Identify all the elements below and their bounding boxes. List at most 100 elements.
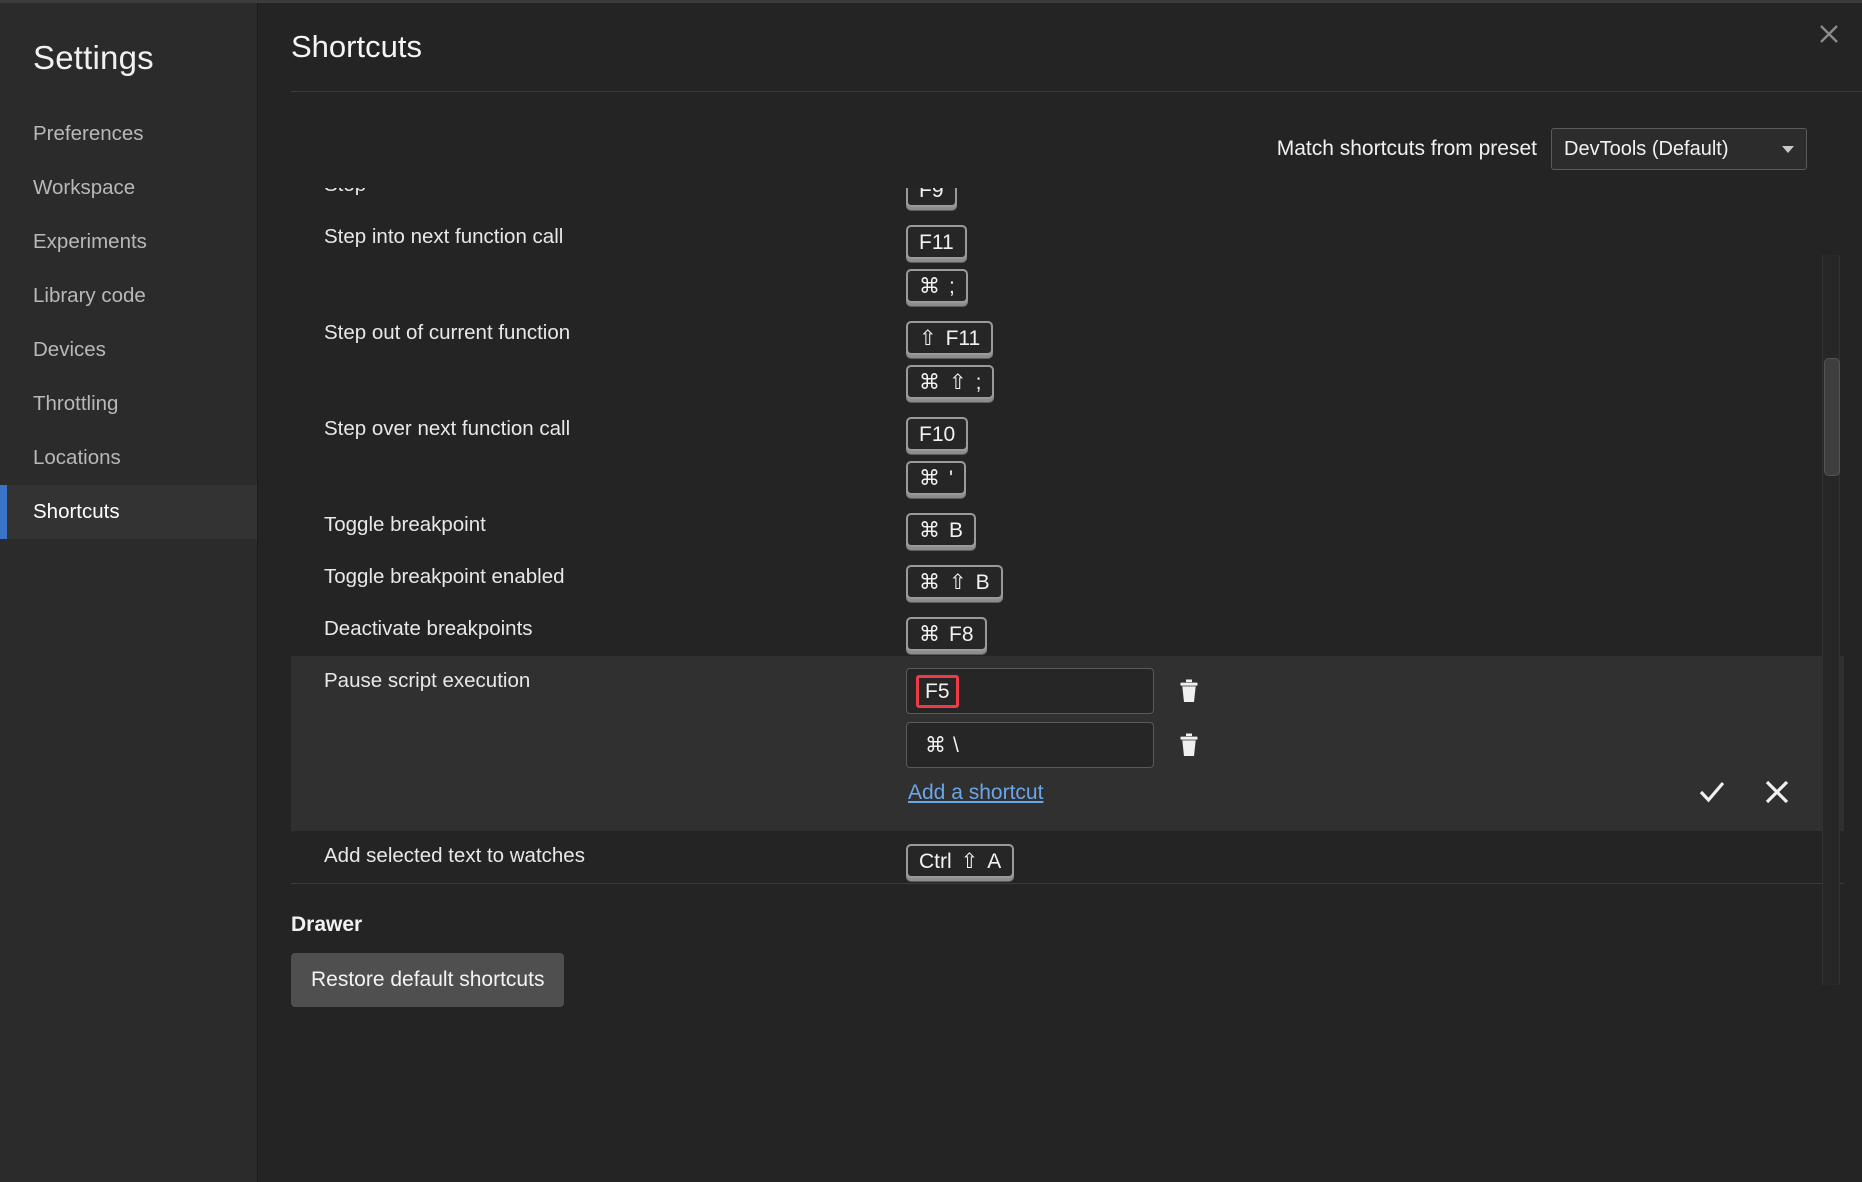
key-glyph: Ctrl [919,849,952,873]
shortcut-key-chip: F11 [906,225,967,259]
shortcut-row[interactable]: Toggle breakpoint ⌘ B [291,500,1844,552]
preset-select[interactable]: DevTools (Default) [1551,128,1807,170]
key-glyph: F11 [919,230,954,254]
shortcut-bindings: F11 ⌘; [906,212,1844,308]
close-icon[interactable] [1812,17,1846,51]
key-glyph: B [949,518,964,542]
restore-default-shortcuts-button[interactable]: Restore default shortcuts [291,953,565,1007]
settings-content: Shortcuts Match shortcuts from preset De… [258,3,1862,1182]
sidebar-item-label: Devices [33,338,106,361]
section-divider [291,883,1844,884]
drawer-section: Drawer Restore default shortcuts [291,893,1862,1007]
shortcut-row[interactable]: Deactivate breakpoints ⌘ F8 [291,604,1844,656]
key-glyph: ⌘ [925,733,946,757]
sidebar-item-throttling[interactable]: Throttling [0,377,257,431]
shortcut-row[interactable]: Step over next function call F10 ⌘ ' [291,404,1844,500]
shortcut-key-chip: Ctrl ⇧ A [906,844,1015,878]
editor-confirm-group [1698,779,1790,805]
shortcut-key-chip: ⌘ ⇧; [906,365,995,399]
key-glyph: ⌘ [919,274,940,298]
key-glyph: ⇧ [919,326,937,350]
shortcut-row[interactable]: Stop F9 [291,188,1844,212]
key-glyph: ⇧ [949,370,967,394]
sidebar-item-shortcuts[interactable]: Shortcuts [0,485,257,539]
key-glyph: ⇧ [960,849,979,873]
sidebar-item-label: Workspace [33,176,136,199]
shortcut-bindings: F9 [906,188,1844,212]
shortcut-name: Toggle breakpoint [324,513,486,536]
sidebar-item-label: Locations [33,446,121,469]
settings-sidebar: Settings Preferences Workspace Experiments… [0,3,258,1182]
shortcut-key-input[interactable]: ⌘ \ [906,722,1154,768]
shortcut-row[interactable]: Add selected text to watches Ctrl ⇧ A [291,831,1844,883]
shortcut-key-chip: ⌘ ' [906,461,967,495]
sidebar-item-preferences[interactable]: Preferences [0,107,257,161]
shortcut-row[interactable]: Step out of current function ⇧ F11 ⌘ ⇧; [291,308,1844,404]
page-title: Shortcuts [291,29,422,64]
sidebar-item-label: Shortcuts [33,500,120,523]
key-chip: ⌘ \ [916,729,968,762]
sidebar-item-library-code[interactable]: Library code [0,269,257,323]
trash-icon[interactable] [1174,674,1204,708]
shortcut-bindings: Ctrl ⇧ A [906,831,1844,883]
preset-row: Match shortcuts from preset DevTools (De… [258,92,1862,170]
checkmark-icon[interactable] [1698,779,1726,805]
sidebar-item-label: Throttling [33,392,119,415]
key-glyph: F8 [949,622,974,646]
close-icon[interactable] [1764,779,1790,805]
shortcut-edit-line: ⌘ \ [906,722,1204,768]
content-header: Shortcuts [258,3,1862,92]
shortcut-name: Stop [291,188,906,198]
shortcut-key-chip: ⇧ F11 [906,321,994,355]
shortcut-bindings: ⇧ F11 ⌘ ⇧; [906,308,1844,404]
key-glyph: ⌘ [919,370,940,394]
settings-title: Settings [33,39,154,76]
key-glyph: ⌘ [919,570,940,594]
key-glyph: ⇧ [949,570,967,594]
shortcuts-scrollbar[interactable] [1822,255,1840,985]
shortcut-bindings: ⌘ B [906,500,1844,552]
key-chip-error: F5 [916,674,959,708]
shortcut-key-chip: ⌘ ⇧ B [906,565,1003,599]
shortcut-edit-line: F5 [906,668,1204,714]
key-glyph: ⌘ [919,518,940,542]
sidebar-item-label: Experiments [33,230,147,253]
key-glyph: F11 [945,326,981,350]
shortcut-row[interactable]: Step into next function call F11 ⌘; [291,212,1844,308]
settings-dialog: Settings Preferences Workspace Experiments… [0,0,1862,1182]
shortcut-name: Step over next function call [324,417,571,440]
shortcut-name: Pause script execution [324,669,531,692]
shortcut-name: Add selected text to watches [324,844,585,867]
shortcut-key-chip: ⌘ F8 [906,617,987,651]
shortcut-key-chip: ⌘ B [906,513,977,547]
shortcut-name: Step into next function call [324,225,564,248]
shortcut-name: Deactivate breakpoints [324,617,533,640]
sidebar-item-devices[interactable]: Devices [0,323,257,377]
trash-icon[interactable] [1174,728,1204,762]
sidebar-item-locations[interactable]: Locations [0,431,257,485]
key-glyph: ; [975,370,982,394]
key-glyph: ⌘ [919,466,940,490]
shortcuts-list: StopF9Step into next function callF11⌘;S… [291,188,1844,884]
sidebar-item-experiments[interactable]: Experiments [0,215,257,269]
sidebar-item-label: Preferences [33,122,144,145]
key-glyph: ; [949,274,955,298]
shortcut-name: Step out of current function [324,321,571,344]
sidebar-item-workspace[interactable]: Workspace [0,161,257,215]
shortcut-bindings: ⌘ F8 [906,604,1844,656]
key-glyph: ⌘ [919,622,940,646]
shortcut-key-chip: F9 [906,188,957,207]
shortcut-row[interactable]: Toggle breakpoint enabled ⌘ ⇧ B [291,552,1844,604]
shortcuts-list-viewport: StopF9Step into next function callF11⌘;S… [291,188,1862,893]
preset-selected-value: DevTools (Default) [1564,137,1729,160]
key-glyph: F10 [919,422,956,446]
key-glyph: F5 [925,679,950,703]
key-glyph: A [987,849,1002,873]
scrollbar-thumb[interactable] [1824,358,1840,476]
sidebar-nav: Preferences Workspace Experiments Library c… [0,107,257,539]
shortcut-key-input[interactable]: F5 [906,668,1154,714]
add-a-shortcut-link[interactable]: Add a shortcut [908,781,1043,805]
shortcut-bindings: ⌘ ⇧ B [906,552,1844,604]
shortcut-row-editing[interactable]: Pause script execution F5 ⌘ \ Add a shortcut [291,656,1844,831]
key-glyph: ' [949,466,954,490]
